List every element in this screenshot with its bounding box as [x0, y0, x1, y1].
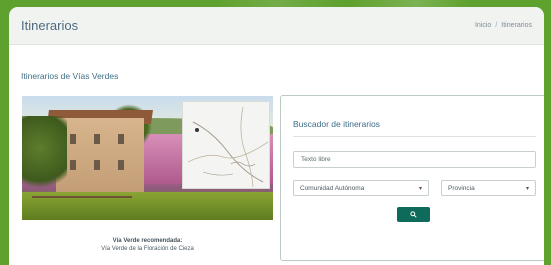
- route-map-thumbnail: [182, 101, 270, 189]
- page-title: Itinerarios: [21, 18, 79, 33]
- featured-route-caption: Vía Verde recomendada: Vía Verde de la F…: [22, 237, 273, 253]
- breadcrumb: Inicio / Itinerarios: [475, 22, 532, 29]
- province-select-value: Provincia: [448, 184, 475, 192]
- search-icon: [410, 211, 417, 218]
- map-lines-icon: [187, 106, 269, 188]
- house-illustration: [56, 118, 144, 202]
- caption-title: Vía Verde recomendada:: [112, 238, 183, 244]
- chevron-down-icon: ▾: [525, 185, 529, 192]
- community-select[interactable]: Comunidad Autónoma ▾: [293, 180, 429, 196]
- breadcrumb-item-inicio[interactable]: Inicio: [475, 22, 491, 29]
- province-select[interactable]: Provincia ▾: [441, 180, 536, 196]
- breadcrumb-separator: /: [495, 22, 498, 29]
- section-title: Itinerarios de Vías Verdes: [21, 71, 119, 81]
- chevron-down-icon: ▾: [418, 185, 422, 192]
- divider: [293, 136, 536, 137]
- search-button[interactable]: [397, 207, 430, 222]
- caption-route-name[interactable]: Vía Verde de la Floración de Cieza: [22, 245, 273, 253]
- page-card: Itinerarios Inicio / Itinerarios Itinera…: [9, 7, 544, 265]
- breadcrumb-item-itinerarios: Itinerarios: [501, 22, 532, 29]
- community-select-value: Comunidad Autónoma: [300, 184, 365, 192]
- page-header: Itinerarios Inicio / Itinerarios: [9, 7, 544, 45]
- featured-route-image[interactable]: [22, 96, 273, 220]
- free-text-search-input[interactable]: [293, 151, 536, 168]
- search-panel-title: Buscador de itinerarios: [293, 119, 380, 129]
- search-panel: Buscador de itinerarios Comunidad Autóno…: [280, 95, 544, 261]
